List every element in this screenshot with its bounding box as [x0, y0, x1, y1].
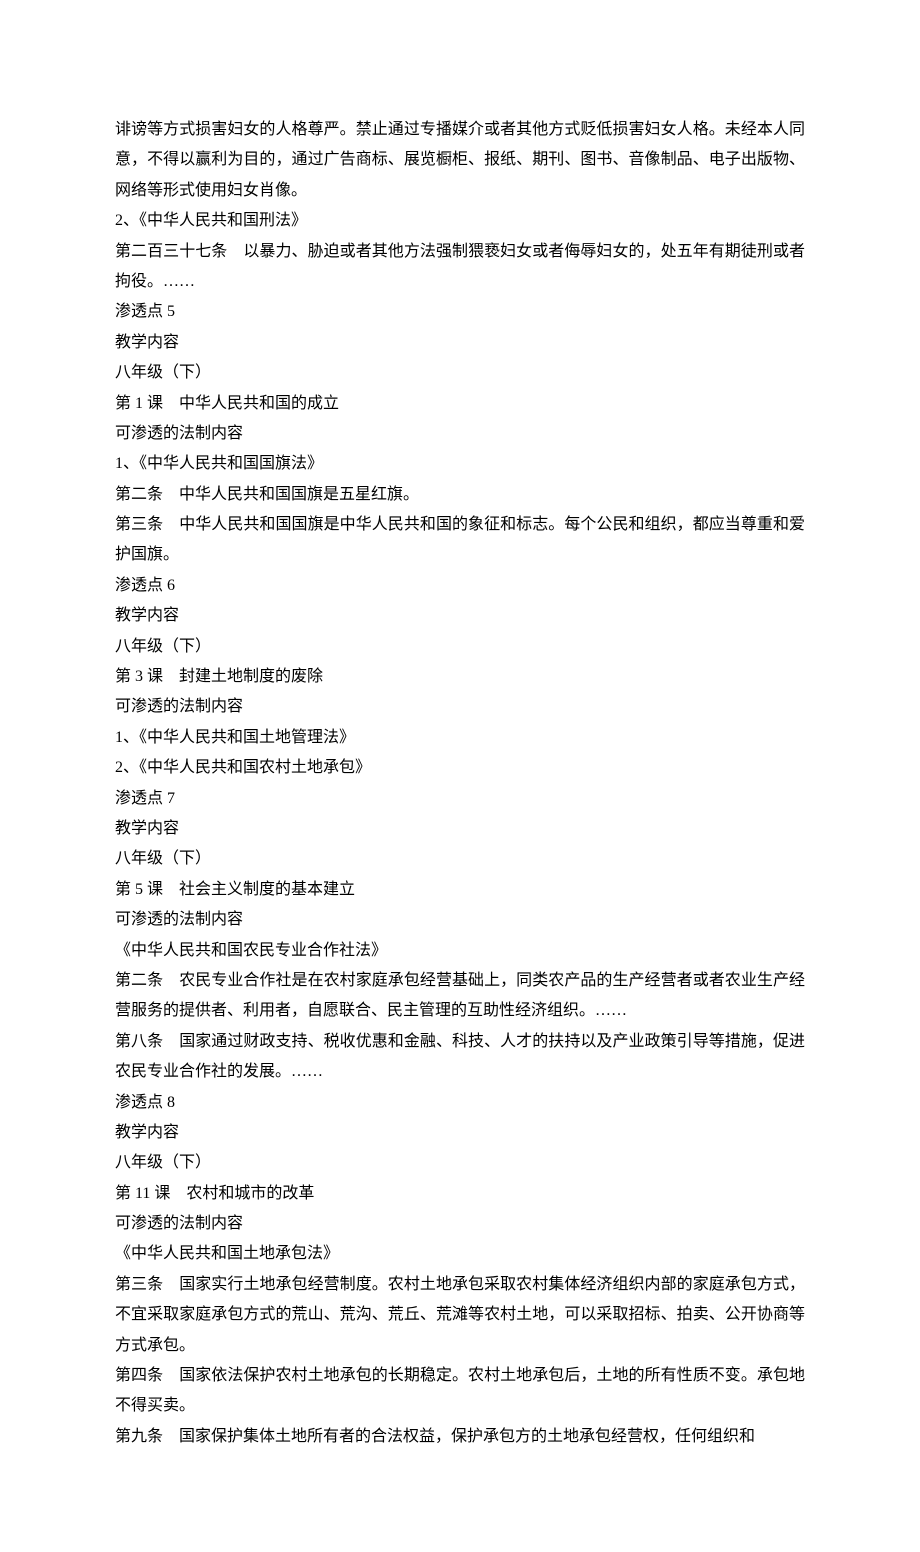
text-line: 渗透点 7 — [115, 784, 805, 814]
text-line: 第 5 课 社会主义制度的基本建立 — [115, 875, 805, 905]
text-line: 第二百三十七条 以暴力、胁迫或者其他方法强制猥亵妇女或者侮辱妇女的，处五年有期徒… — [115, 237, 805, 298]
text-line: 第 11 课 农村和城市的改革 — [115, 1179, 805, 1209]
text-line: 教学内容 — [115, 814, 805, 844]
text-line: 渗透点 5 — [115, 297, 805, 327]
document-page: 诽谤等方式损害妇女的人格尊严。禁止通过专播媒介或者其他方式贬低损害妇女人格。未经… — [0, 0, 920, 1552]
text-line: 可渗透的法制内容 — [115, 1209, 805, 1239]
text-line: 可渗透的法制内容 — [115, 905, 805, 935]
text-line: 第八条 国家通过财政支持、税收优惠和金融、科技、人才的扶持以及产业政策引导等措施… — [115, 1027, 805, 1088]
text-line: 渗透点 8 — [115, 1088, 805, 1118]
text-line: 第 3 课 封建土地制度的废除 — [115, 662, 805, 692]
text-line: 1、《中华人民共和国土地管理法》 — [115, 723, 805, 753]
text-line: 2、《中华人民共和国农村土地承包》 — [115, 753, 805, 783]
text-line: 八年级（下） — [115, 1148, 805, 1178]
text-line: 可渗透的法制内容 — [115, 419, 805, 449]
text-line: 第 1 课 中华人民共和国的成立 — [115, 389, 805, 419]
text-line: 教学内容 — [115, 601, 805, 631]
text-line: 可渗透的法制内容 — [115, 692, 805, 722]
text-line: 第三条 国家实行土地承包经营制度。农村土地承包采取农村集体经济组织内部的家庭承包… — [115, 1270, 805, 1361]
text-line: 八年级（下） — [115, 632, 805, 662]
text-line: 教学内容 — [115, 1118, 805, 1148]
text-line: 诽谤等方式损害妇女的人格尊严。禁止通过专播媒介或者其他方式贬低损害妇女人格。未经… — [115, 115, 805, 206]
text-line: 1、《中华人民共和国国旗法》 — [115, 449, 805, 479]
text-line: 第四条 国家依法保护农村土地承包的长期稳定。农村土地承包后，土地的所有性质不变。… — [115, 1361, 805, 1422]
text-line: 2、《中华人民共和国刑法》 — [115, 206, 805, 236]
text-line: 八年级（下） — [115, 358, 805, 388]
text-line: 第二条 中华人民共和国国旗是五星红旗。 — [115, 480, 805, 510]
text-line: 八年级（下） — [115, 844, 805, 874]
text-line: 教学内容 — [115, 328, 805, 358]
text-line: 《中华人民共和国农民专业合作社法》 — [115, 936, 805, 966]
text-line: 第九条 国家保护集体土地所有者的合法权益，保护承包方的土地承包经营权，任何组织和 — [115, 1422, 805, 1452]
text-line: 《中华人民共和国土地承包法》 — [115, 1239, 805, 1269]
text-line: 第三条 中华人民共和国国旗是中华人民共和国的象征和标志。每个公民和组织，都应当尊… — [115, 510, 805, 571]
text-line: 渗透点 6 — [115, 571, 805, 601]
text-line: 第二条 农民专业合作社是在农村家庭承包经营基础上，同类农产品的生产经营者或者农业… — [115, 966, 805, 1027]
